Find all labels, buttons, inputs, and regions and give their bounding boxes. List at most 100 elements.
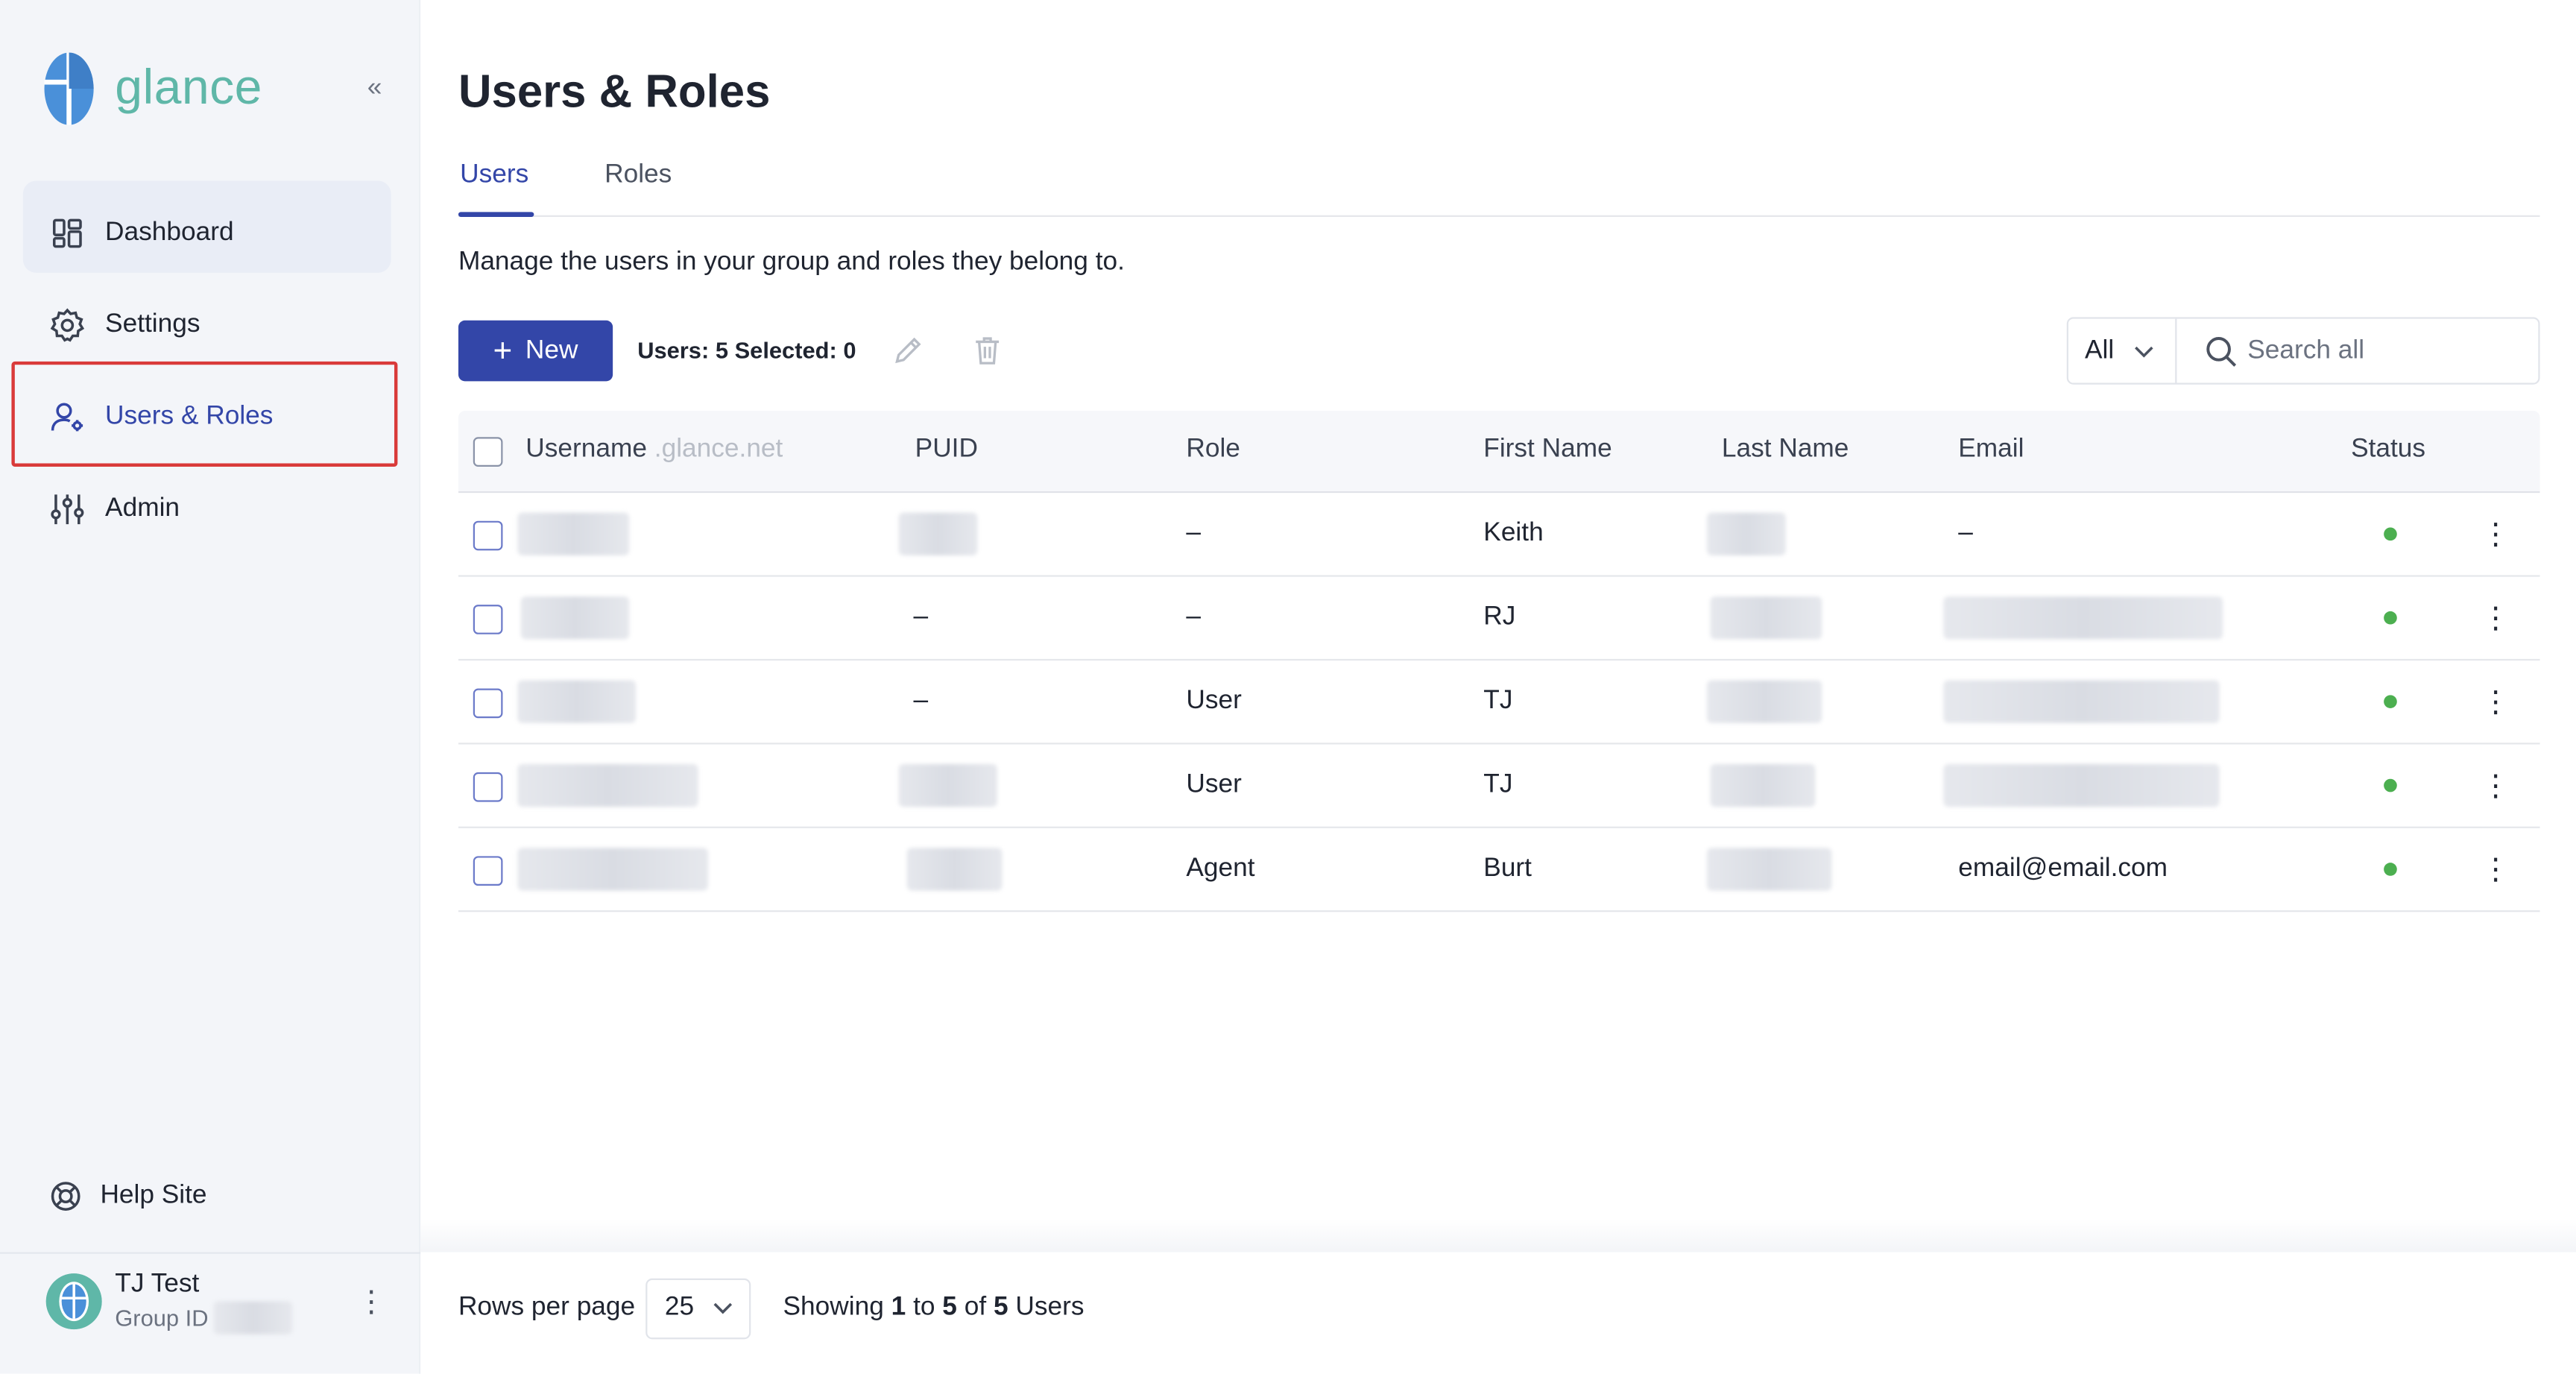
- table-toolbar: + New Users: 5 Selected: 0 All: [458, 317, 2540, 385]
- tab-users[interactable]: Users: [460, 161, 528, 191]
- search-icon: [2205, 335, 2238, 368]
- first-name-cell: RJ: [1483, 602, 1516, 631]
- column-header-username[interactable]: Username .glance.net: [525, 435, 783, 465]
- table-row[interactable]: – – RJ ⋮: [458, 577, 2540, 661]
- main-content: Users & Roles Users Roles Manage the use…: [420, 0, 2576, 1374]
- filter-scope-value: All: [2085, 335, 2115, 365]
- user-name: TJ Test: [115, 1270, 200, 1299]
- search-box: [2176, 319, 2538, 383]
- row-actions-menu-button[interactable]: ⋮: [2479, 516, 2512, 552]
- filter-scope-select[interactable]: All: [2068, 318, 2177, 383]
- users-count: 5: [715, 336, 729, 364]
- users-count-label: Users:: [637, 336, 716, 364]
- users-table: Username .glance.net PUID Role First Nam…: [458, 411, 2540, 913]
- sidebar-item-label: Admin: [105, 494, 180, 523]
- active-tab-indicator: [458, 212, 534, 217]
- logo[interactable]: glance: [42, 49, 262, 128]
- column-header-last-name[interactable]: Last Name: [1722, 435, 1849, 465]
- column-header-status[interactable]: Status: [2351, 435, 2425, 465]
- annotation-highlight-box: [11, 361, 398, 467]
- last-name-redacted: [1710, 596, 1822, 640]
- column-header-role[interactable]: Role: [1186, 435, 1240, 465]
- row-actions-menu-button[interactable]: ⋮: [2479, 851, 2512, 887]
- sidebar-item-admin[interactable]: Admin: [0, 464, 420, 555]
- lifebuoy-icon: [49, 1180, 82, 1213]
- username-redacted: [517, 763, 698, 807]
- first-name-cell: TJ: [1483, 687, 1513, 715]
- row-checkbox[interactable]: [473, 772, 503, 802]
- puid-cell: –: [913, 687, 929, 715]
- table-row[interactable]: – Keith – ⋮: [458, 493, 2540, 577]
- row-actions-menu-button[interactable]: ⋮: [2479, 684, 2512, 719]
- sidebar-item-dashboard[interactable]: Dashboard: [0, 187, 420, 279]
- username-redacted: [517, 680, 636, 723]
- row-checkbox[interactable]: [473, 688, 503, 719]
- status-active-dot: [2384, 611, 2397, 625]
- sidebar: glance « Dashboard Settings Users & Role…: [0, 0, 421, 1374]
- username-domain-suffix: .glance.net: [647, 435, 783, 464]
- showing-from: 1: [891, 1293, 906, 1322]
- sidebar-divider: [0, 1252, 421, 1254]
- group-id-redacted: [213, 1301, 292, 1334]
- showing-word: Showing: [783, 1293, 884, 1322]
- email-redacted: [1943, 680, 2220, 723]
- showing-unit: Users: [1015, 1293, 1085, 1322]
- rows-per-page-select[interactable]: 25: [645, 1277, 751, 1339]
- table-row[interactable]: Agent Burt email@email.com ⋮: [458, 828, 2540, 913]
- table-row[interactable]: User TJ ⋮: [458, 744, 2540, 828]
- column-header-first-name[interactable]: First Name: [1483, 435, 1611, 465]
- row-checkbox[interactable]: [473, 520, 503, 551]
- chevron-down-icon: [714, 1296, 733, 1320]
- status-active-dot: [2384, 695, 2397, 708]
- row-actions-menu-button[interactable]: ⋮: [2479, 767, 2512, 803]
- help-site-label: Help Site: [100, 1181, 207, 1210]
- user-more-menu-button[interactable]: ⋮: [355, 1282, 388, 1321]
- username-header-label: Username: [525, 435, 648, 464]
- role-cell: –: [1186, 519, 1201, 547]
- pagination-footer: Rows per page 25 Showing 1 to 5 of 5 Use…: [458, 1275, 2540, 1340]
- search-input[interactable]: [2247, 335, 2510, 366]
- collapse-sidebar-button[interactable]: «: [358, 72, 391, 105]
- select-all-checkbox[interactable]: [473, 437, 503, 467]
- table-row[interactable]: – User TJ ⋮: [458, 661, 2540, 745]
- username-redacted: [517, 848, 708, 891]
- page-description: Manage the users in your group and roles…: [458, 248, 1125, 277]
- sidebar-item-label: Dashboard: [105, 218, 234, 247]
- glance-logo-icon: [44, 52, 94, 125]
- showing-total: 5: [993, 1293, 1008, 1322]
- plus-icon: +: [493, 333, 513, 369]
- sidebar-item-label: Settings: [105, 310, 201, 339]
- tabs: Users Roles: [458, 151, 2540, 217]
- role-cell: User: [1186, 687, 1242, 715]
- avatar: [45, 1273, 102, 1330]
- row-actions-menu-button[interactable]: ⋮: [2479, 599, 2512, 635]
- column-header-email[interactable]: Email: [1958, 435, 2024, 465]
- trash-icon[interactable]: [971, 333, 1004, 366]
- gear-icon: [49, 307, 85, 343]
- showing-of-word: of: [964, 1293, 987, 1322]
- tab-roles[interactable]: Roles: [604, 161, 672, 191]
- new-user-button[interactable]: + New: [458, 320, 613, 382]
- column-header-puid[interactable]: PUID: [915, 435, 978, 465]
- puid-redacted: [906, 848, 1003, 891]
- row-checkbox[interactable]: [473, 856, 503, 886]
- edit-pencil-icon[interactable]: [892, 333, 925, 366]
- help-site-link[interactable]: Help Site: [49, 1180, 207, 1213]
- puid-redacted: [898, 763, 997, 807]
- sidebar-item-settings[interactable]: Settings: [0, 280, 420, 371]
- role-cell: Agent: [1186, 854, 1255, 883]
- user-profile[interactable]: TJ Test Group ID: [45, 1269, 292, 1334]
- showing-to: 5: [942, 1293, 957, 1322]
- row-checkbox[interactable]: [473, 605, 503, 634]
- last-name-redacted: [1710, 763, 1816, 807]
- status-active-dot: [2384, 863, 2397, 876]
- user-group: Group ID: [115, 1301, 292, 1334]
- username-redacted: [517, 512, 630, 555]
- logo-text: glance: [115, 60, 262, 116]
- role-cell: User: [1186, 770, 1242, 799]
- puid-cell: –: [913, 602, 929, 631]
- table-header: Username .glance.net PUID Role First Nam…: [458, 411, 2540, 494]
- last-name-redacted: [1707, 848, 1832, 891]
- puid-redacted: [898, 512, 978, 555]
- role-cell: –: [1186, 602, 1201, 631]
